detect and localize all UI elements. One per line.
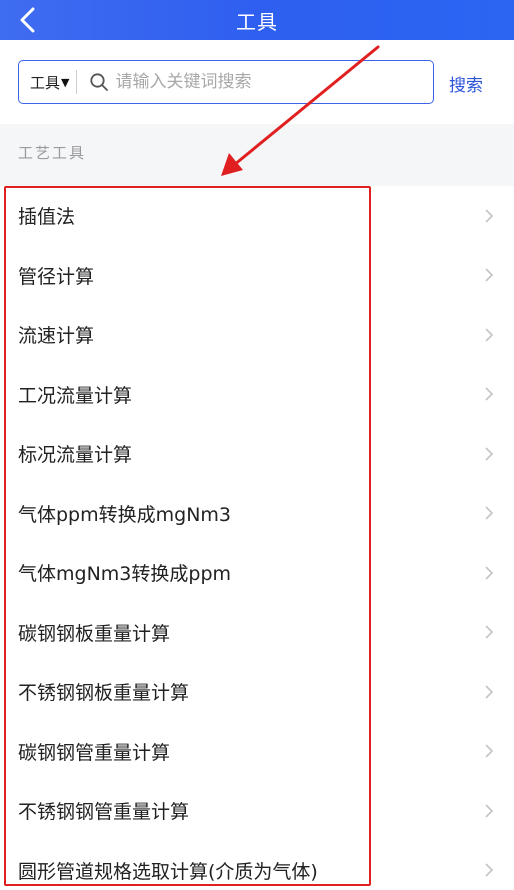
chevron-right-icon — [485, 387, 494, 401]
chevron-right-icon — [485, 744, 494, 758]
list-item-label: 不锈钢钢管重量计算 — [18, 801, 190, 824]
list-item-label: 工况流量计算 — [18, 384, 133, 407]
list-item[interactable]: 管径计算 — [0, 246, 514, 306]
search-box: 工具 ▼ — [18, 60, 434, 104]
list-item-label: 碳钢钢管重量计算 — [18, 741, 171, 764]
chevron-right-icon — [485, 625, 494, 639]
list-item[interactable]: 气体ppm转换成mgNm3 — [0, 484, 514, 544]
search-divider — [76, 70, 78, 94]
caret-down-icon: ▼ — [61, 75, 70, 89]
chevron-right-icon — [485, 863, 494, 877]
list-item[interactable]: 插值法 — [0, 186, 514, 246]
list-item[interactable]: 标况流量计算 — [0, 424, 514, 484]
tools-section: 工艺工具 插值法 管径计算 流速计算 工况流量计算 标况流量计算 气体ppm转换… — [0, 124, 514, 890]
list-item[interactable]: 工况流量计算 — [0, 365, 514, 425]
search-button[interactable]: 搜索 — [449, 71, 483, 96]
chevron-right-icon — [485, 268, 494, 282]
app-page: 工具 工具 ▼ 搜索 工艺工具 插值法 — [0, 0, 514, 890]
search-bar: 工具 ▼ 搜索 — [0, 40, 514, 124]
list-item-label: 流速计算 — [18, 325, 95, 348]
tool-list: 插值法 管径计算 流速计算 工况流量计算 标况流量计算 气体ppm转换成mgNm… — [0, 186, 514, 890]
chevron-right-icon — [485, 685, 494, 699]
list-item[interactable]: 圆形管道规格选取计算(介质为气体) — [0, 841, 514, 890]
chevron-right-icon — [485, 328, 494, 342]
search-scope-dropdown[interactable]: 工具 ▼ — [19, 61, 69, 103]
chevron-right-icon — [485, 447, 494, 461]
list-item[interactable]: 流速计算 — [0, 305, 514, 365]
list-item[interactable]: 不锈钢钢管重量计算 — [0, 781, 514, 841]
list-item[interactable]: 不锈钢钢板重量计算 — [0, 662, 514, 722]
list-item-label: 插值法 — [18, 206, 76, 229]
list-item[interactable]: 碳钢钢管重量计算 — [0, 722, 514, 782]
chevron-right-icon — [485, 506, 494, 520]
search-input[interactable] — [115, 72, 406, 92]
page-title: 工具 — [236, 9, 278, 34]
chevron-right-icon — [485, 209, 494, 223]
search-icon — [89, 72, 109, 92]
top-bar: 工具 — [0, 0, 514, 40]
chevron-left-icon — [20, 7, 35, 33]
list-item-label: 气体ppm转换成mgNm3 — [18, 503, 232, 526]
section-title: 工艺工具 — [18, 144, 87, 162]
list-item-label: 管径计算 — [18, 265, 95, 288]
back-button[interactable] — [12, 4, 44, 36]
list-item[interactable]: 碳钢钢板重量计算 — [0, 603, 514, 663]
list-item-label: 气体mgNm3转换成ppm — [18, 563, 232, 586]
chevron-right-icon — [485, 566, 494, 580]
list-item-label: 圆形管道规格选取计算(介质为气体) — [18, 860, 318, 883]
list-item-label: 碳钢钢板重量计算 — [18, 622, 171, 645]
chevron-right-icon — [485, 804, 494, 818]
list-item-label: 标况流量计算 — [18, 444, 133, 467]
list-item-label: 不锈钢钢板重量计算 — [18, 682, 190, 705]
list-item[interactable]: 气体mgNm3转换成ppm — [0, 543, 514, 603]
search-scope-label: 工具 — [30, 73, 61, 92]
